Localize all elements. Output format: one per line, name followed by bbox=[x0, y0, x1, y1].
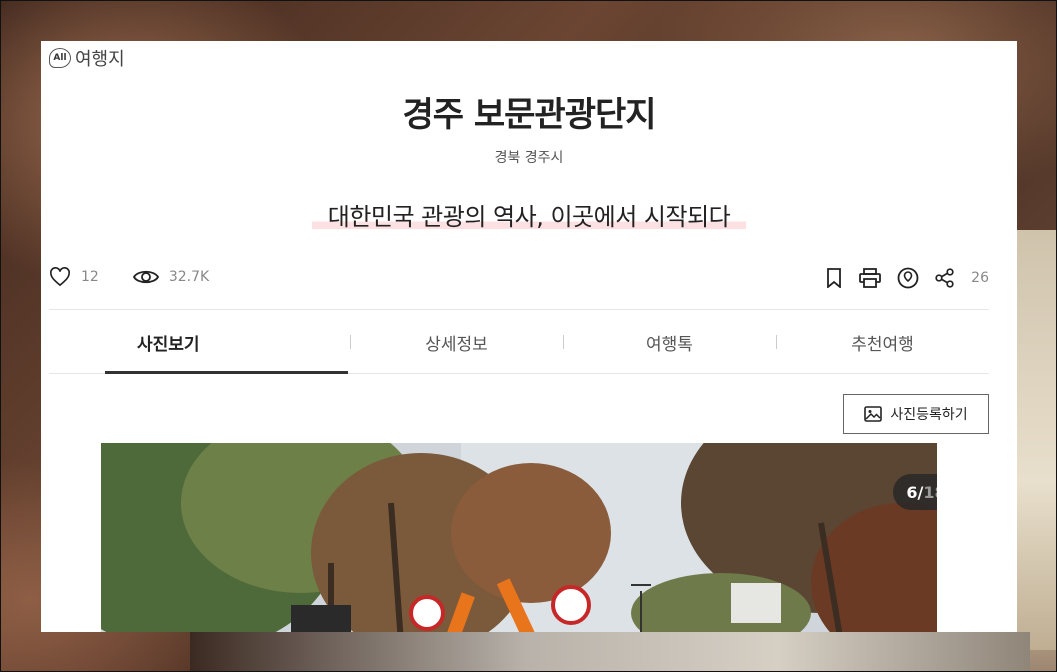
tagline-wrap: 대한민국 관광의 역사, 이곳에서 시작되다 bbox=[41, 197, 1017, 232]
photo-counter-total: 18 bbox=[923, 482, 937, 502]
share-count: 26 bbox=[971, 270, 989, 286]
tab-recommended[interactable]: 추천여행 bbox=[776, 311, 989, 373]
stats-bar: 12 32.7K bbox=[49, 267, 209, 287]
background-paper-bottom bbox=[190, 632, 1030, 672]
toolbar: 26 bbox=[825, 267, 989, 289]
photo-counter-current: 6 bbox=[906, 482, 918, 502]
like-count: 12 bbox=[81, 269, 99, 285]
detail-card: All 여행지 경주 보문관광단지 경북 경주시 대한민국 관광의 역사, 이곳… bbox=[41, 41, 1017, 632]
photo-counter: 6/18 bbox=[893, 474, 937, 510]
category-text: 여행지 bbox=[75, 49, 125, 70]
tab-bar: 사진보기 상세정보 여행톡 추천여행 bbox=[49, 311, 989, 374]
gallery-photo[interactable]: 6/18 bbox=[101, 443, 937, 632]
image-icon bbox=[864, 406, 883, 422]
divider bbox=[49, 309, 989, 310]
register-photo-button[interactable]: 사진등록하기 bbox=[843, 394, 989, 434]
print-icon[interactable] bbox=[859, 268, 882, 288]
share-icon[interactable] bbox=[935, 268, 955, 288]
tab-travel-talk[interactable]: 여행톡 bbox=[563, 311, 776, 373]
tab-details[interactable]: 상세정보 bbox=[350, 311, 563, 373]
tab-photos[interactable]: 사진보기 bbox=[49, 311, 350, 374]
map-pin-icon[interactable] bbox=[897, 267, 919, 289]
category-label: All 여행지 bbox=[49, 45, 125, 71]
view-count: 32.7K bbox=[168, 269, 210, 285]
tagline: 대한민국 관광의 역사, 이곳에서 시작되다 bbox=[311, 197, 747, 232]
eye-icon bbox=[132, 268, 159, 286]
photo-scene bbox=[101, 443, 937, 632]
heart-icon[interactable] bbox=[49, 267, 71, 287]
register-photo-label: 사진등록하기 bbox=[890, 407, 968, 423]
all-badge-icon: All bbox=[49, 48, 71, 68]
page-title: 경주 보문관광단지 bbox=[402, 95, 656, 135]
bookmark-icon[interactable] bbox=[825, 268, 843, 288]
location-text: 경북 경주시 bbox=[494, 150, 564, 166]
